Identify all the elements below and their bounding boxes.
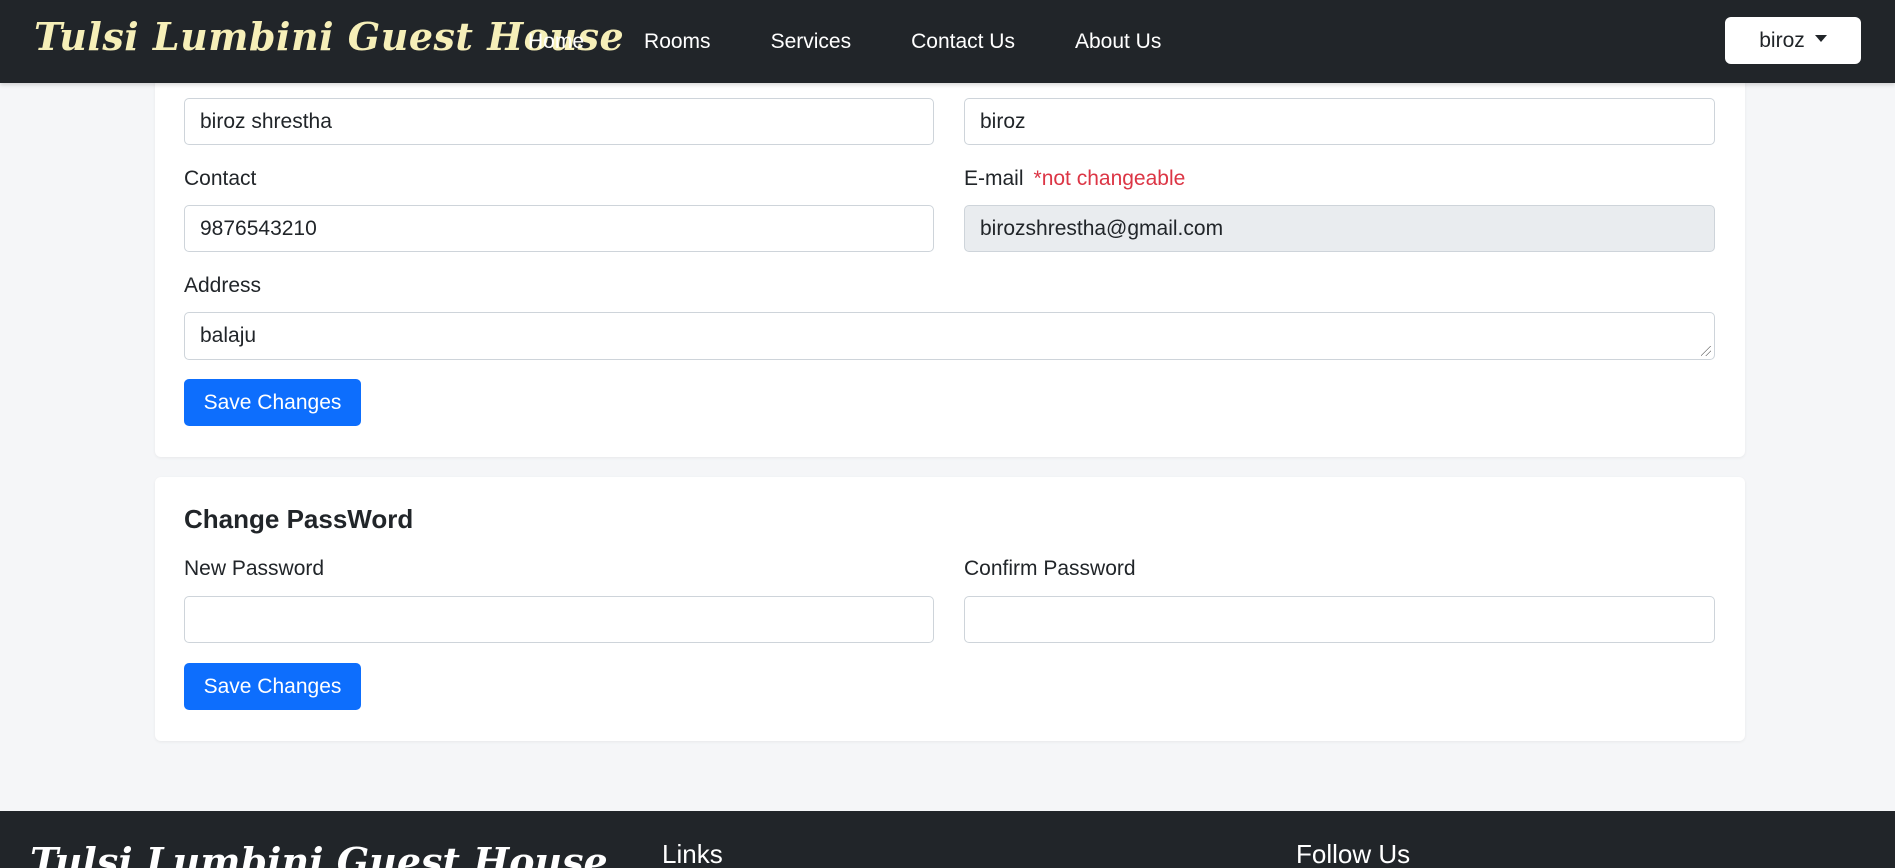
email-label-group: E-mail *not changeable xyxy=(964,167,1185,191)
contact-value: 9876543210 xyxy=(200,216,317,240)
email-field: birozshrestha@gmail.com xyxy=(964,205,1715,252)
username-field[interactable]: biroz xyxy=(964,98,1715,145)
resize-handle-icon[interactable] xyxy=(1701,346,1711,356)
user-name: biroz xyxy=(1759,28,1805,52)
address-value: balaju xyxy=(200,324,257,347)
confirm-password-input[interactable] xyxy=(964,596,1715,643)
caret-down-icon xyxy=(1814,35,1827,42)
profile-card: biroz shrestha biroz Contact E-mail *not … xyxy=(155,40,1745,457)
new-password-label: New Password xyxy=(184,557,325,580)
change-password-title: Change PassWord xyxy=(184,504,414,534)
footer-links-heading: Links xyxy=(662,839,723,868)
footer-follow-heading: Follow Us xyxy=(1296,839,1411,868)
footer-brand: Tulsi Lumbini Guest House xyxy=(30,839,608,868)
save-password-button[interactable]: Save Changes xyxy=(184,663,361,710)
email-not-changeable-note: *not changeable xyxy=(1033,167,1186,190)
contact-field[interactable]: 9876543210 xyxy=(184,205,934,252)
nav-rooms[interactable]: Rooms xyxy=(644,30,711,54)
footer: Tulsi Lumbini Guest House Links Follow U… xyxy=(0,811,1895,868)
username-value: biroz xyxy=(980,109,1026,133)
navbar: Tulsi Lumbini Guest House Home Rooms Ser… xyxy=(0,0,1895,83)
address-label: Address xyxy=(184,274,262,297)
email-value: birozshrestha@gmail.com xyxy=(980,216,1224,240)
nav-about-us[interactable]: About Us xyxy=(1075,30,1161,54)
save-profile-button[interactable]: Save Changes xyxy=(184,379,361,426)
nav-home[interactable]: Home xyxy=(528,30,584,54)
contact-label: Contact xyxy=(184,167,257,190)
confirm-password-label: Confirm Password xyxy=(964,557,1136,580)
address-textarea[interactable]: balaju xyxy=(184,312,1715,360)
nav-services[interactable]: Services xyxy=(771,30,852,54)
name-value: biroz shrestha xyxy=(200,109,332,133)
nav-contact-us[interactable]: Contact Us xyxy=(911,30,1015,54)
name-field[interactable]: biroz shrestha xyxy=(184,98,934,145)
change-password-card: Change PassWord New Password Confirm Pas… xyxy=(155,477,1745,741)
email-label: E-mail xyxy=(964,167,1024,190)
user-dropdown-button[interactable]: biroz xyxy=(1725,17,1861,64)
nav-links: Home Rooms Services Contact Us About Us xyxy=(528,0,1221,83)
new-password-input[interactable] xyxy=(184,596,934,643)
